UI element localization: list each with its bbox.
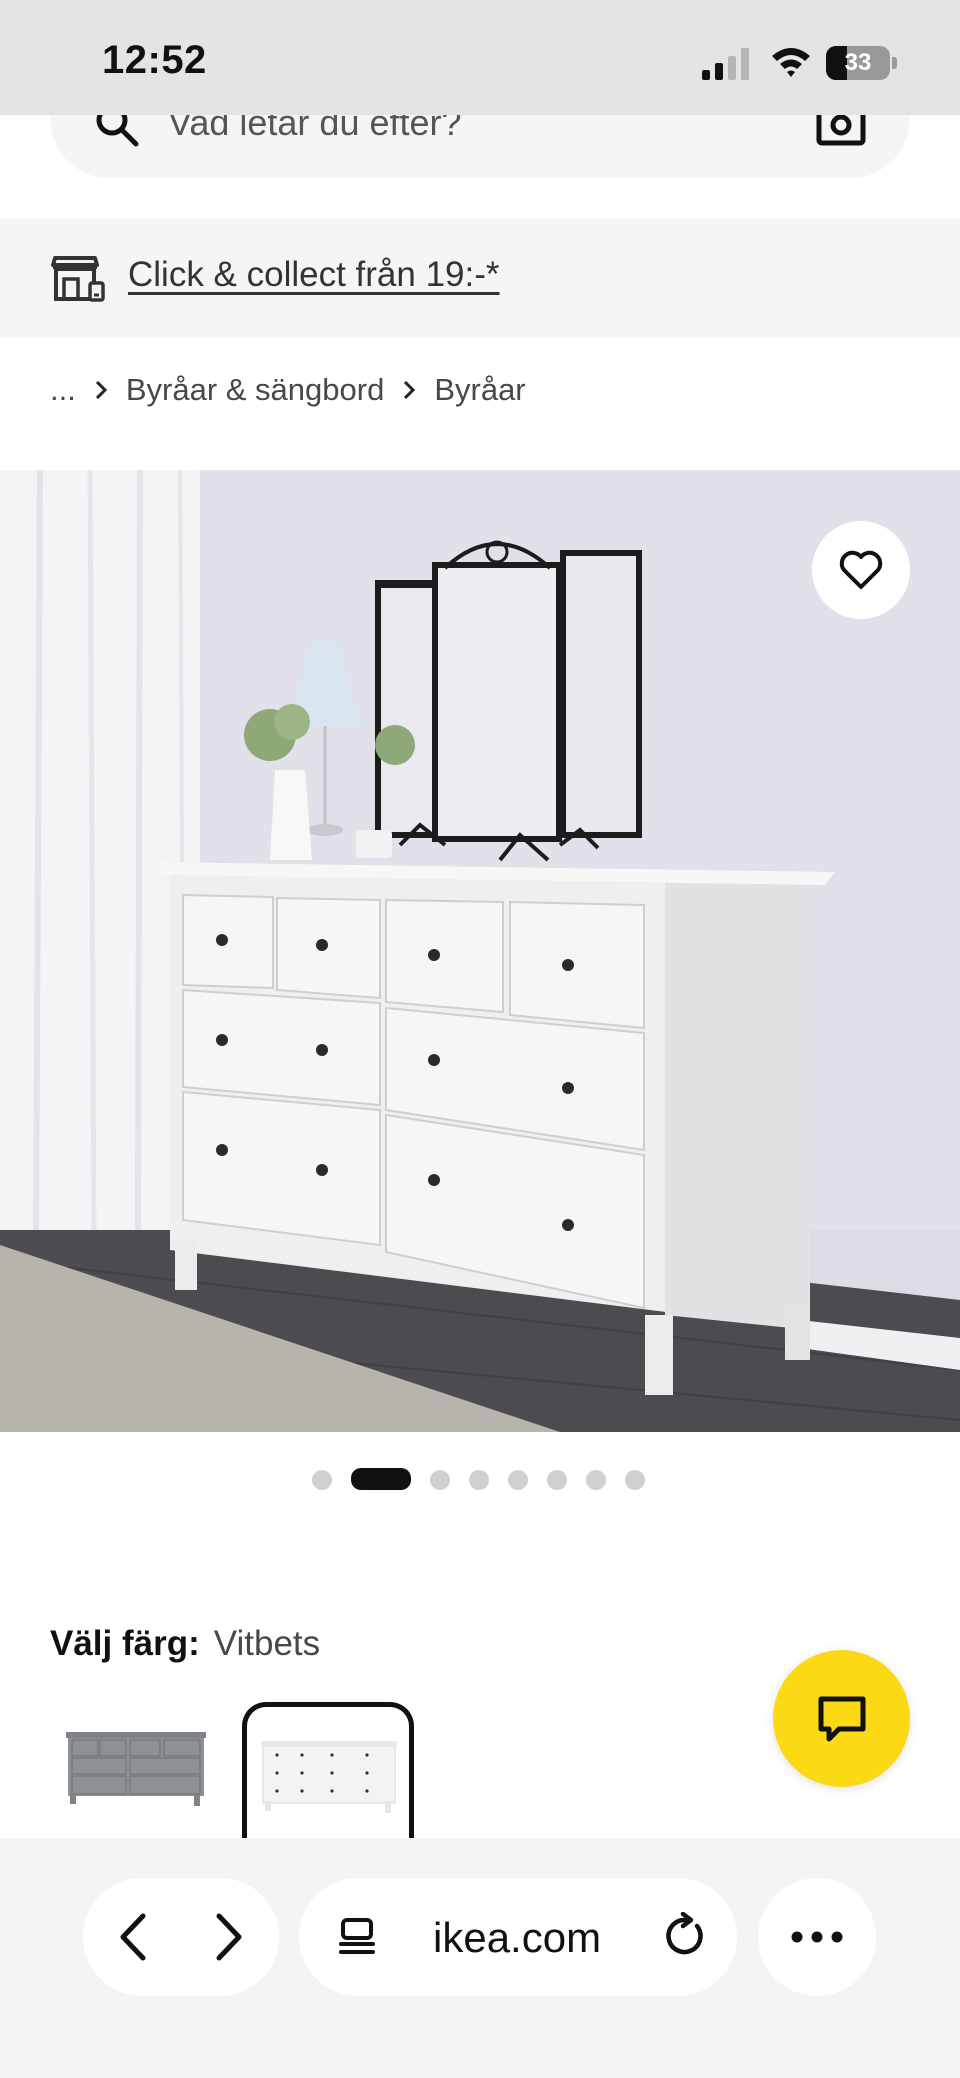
breadcrumb: ... Byråar & sängbord Byråar [50,370,526,410]
more-options-button[interactable] [758,1878,876,1996]
battery-cap [892,57,897,69]
carousel-dot[interactable] [312,1470,332,1490]
chevron-right-icon[interactable] [201,1910,253,1964]
breadcrumb-ellipsis[interactable]: ... [50,372,76,408]
status-time: 12:52 [102,38,207,82]
browser-toolbar: ikea.com [0,1838,960,2078]
chat-button[interactable] [773,1650,910,1787]
dresser-thumbnail-white [261,1741,397,1813]
product-image[interactable] [0,470,960,1432]
breadcrumb-item-dressers[interactable]: Byråar [434,372,525,408]
carousel-dot[interactable] [586,1470,606,1490]
carousel-dot[interactable] [469,1470,489,1490]
carousel-dot[interactable] [547,1470,567,1490]
tabs-icon[interactable] [335,1916,379,1960]
chevron-right-icon [94,379,108,401]
reload-icon[interactable] [661,1912,709,1960]
address-bar[interactable]: ikea.com [299,1878,737,1996]
breadcrumb-item-dressers-nightstands[interactable]: Byråar & sängbord [126,372,384,408]
cellular-signal-icon [702,48,749,80]
favorite-button[interactable] [812,521,910,619]
image-carousel-dots [0,1468,960,1492]
click-collect-banner: Click & collect från 19:-* [0,219,960,337]
click-collect-link[interactable]: Click & collect från 19:-* [128,255,500,295]
battery-percent: 33 [844,49,872,76]
status-bar: 12:52 33 [0,0,960,115]
carousel-dot[interactable] [508,1470,528,1490]
color-swatch-white-selected[interactable] [242,1702,414,1852]
chevron-left-icon[interactable] [109,1910,161,1964]
dresser-thumbnail-gray [66,1732,206,1806]
color-select-row: Välj färg: Vitbets [50,1624,320,1664]
color-value: Vitbets [213,1624,321,1663]
product-photo-dresser [0,470,960,1432]
carousel-dot[interactable] [430,1470,450,1490]
carousel-dot-active[interactable] [351,1468,411,1490]
color-swatch-gray[interactable] [56,1702,230,1838]
battery-body: 33 [826,46,890,80]
store-icon [51,256,105,302]
browser-nav-group [83,1878,279,1996]
battery-indicator: 33 [826,46,898,80]
ellipsis-icon [791,1931,843,1943]
chevron-right-icon [402,379,416,401]
chat-icon [818,1696,865,1741]
url-text[interactable]: ikea.com [433,1914,601,1962]
heart-icon [839,550,883,589]
wifi-icon [772,48,810,77]
carousel-dot[interactable] [625,1470,645,1490]
color-label: Välj färg: [50,1624,200,1663]
